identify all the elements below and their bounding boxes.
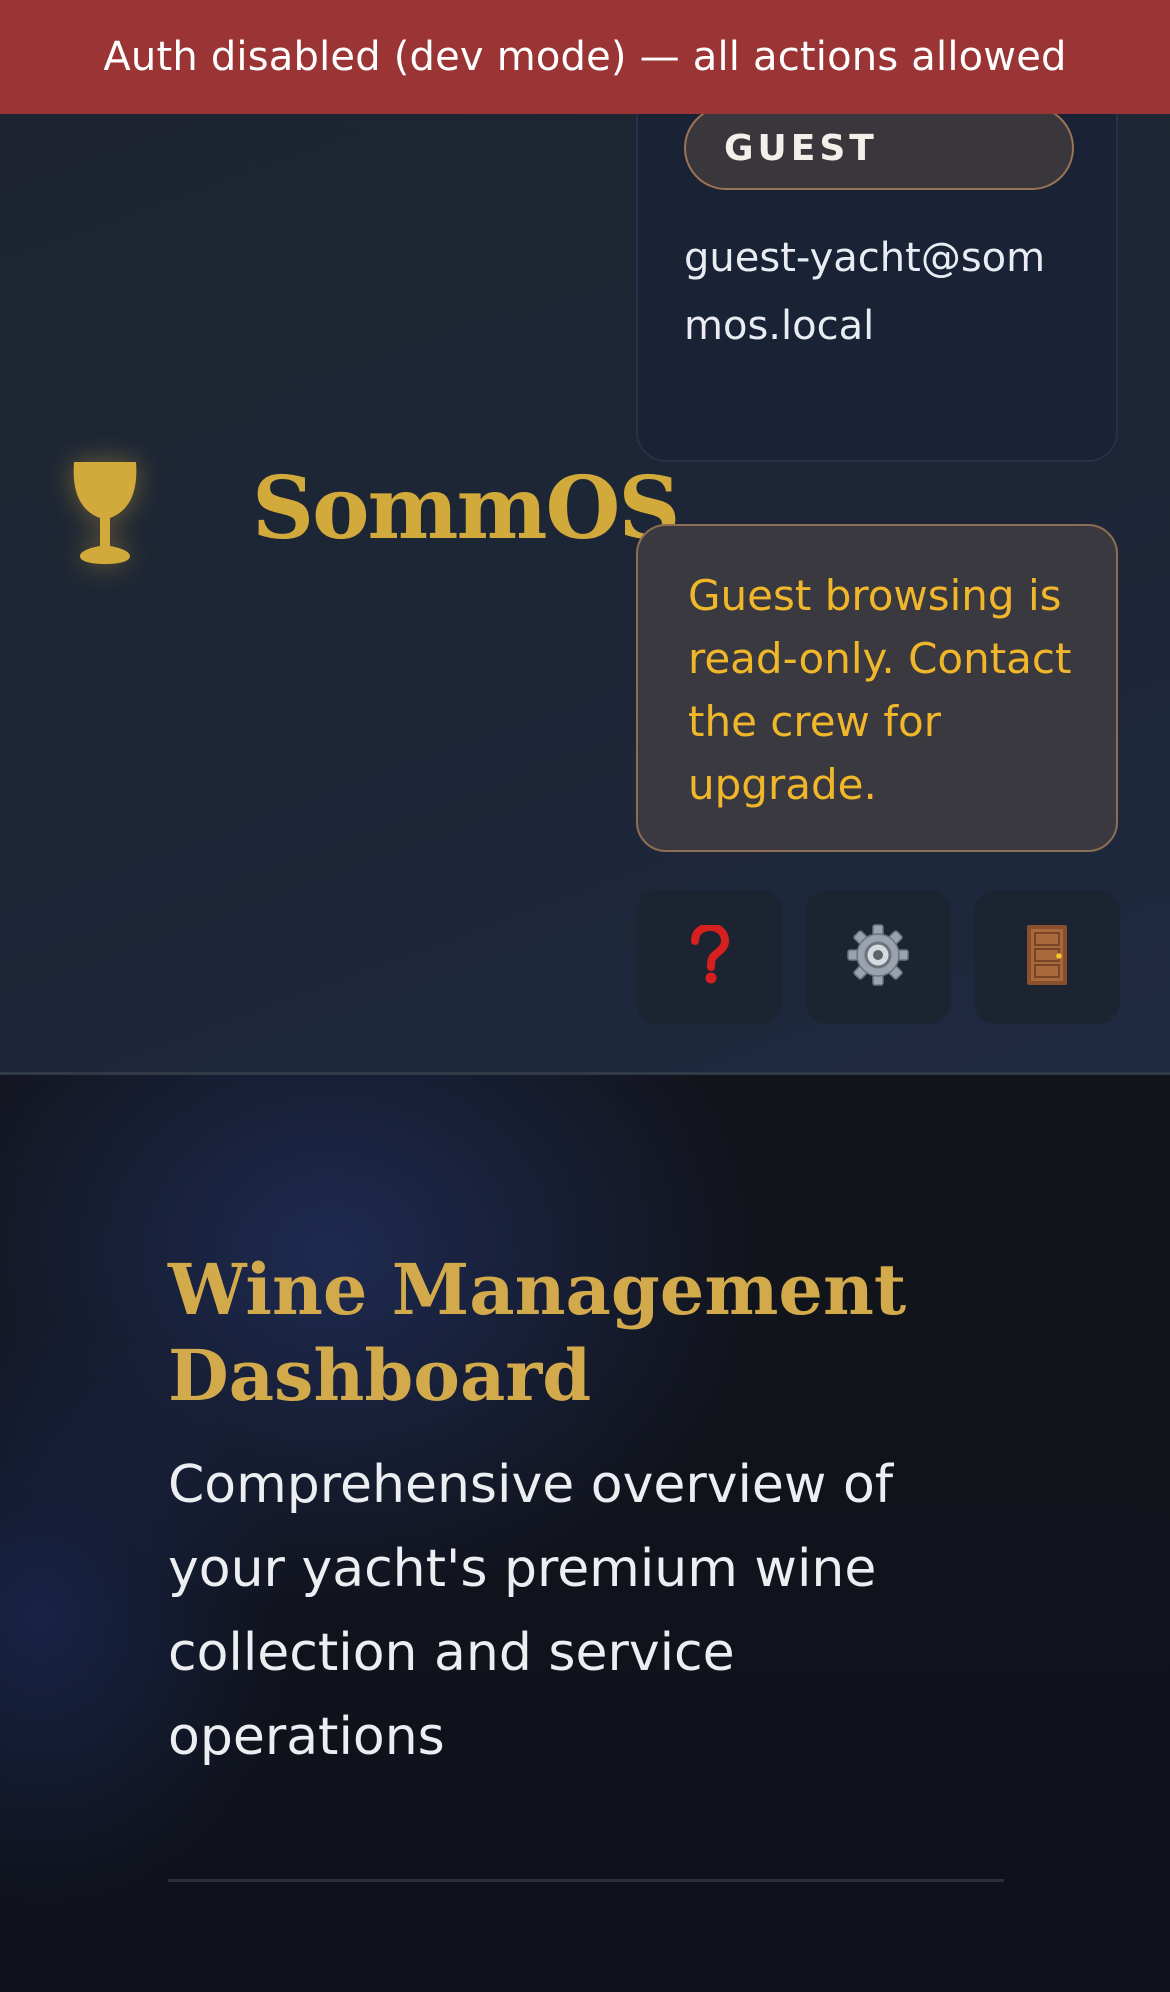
page-title: Wine Management Dashboard — [168, 1248, 907, 1417]
wine-glass-icon — [60, 458, 150, 568]
divider — [168, 1879, 1004, 1882]
gear-icon — [846, 923, 910, 991]
door-icon — [1025, 923, 1069, 991]
settings-button[interactable] — [805, 890, 951, 1024]
page-subtitle: Comprehensive overview of your yacht's p… — [168, 1455, 894, 1767]
question-mark-icon — [689, 922, 730, 989]
dev-mode-banner: Auth disabled (dev mode) — all actions a… — [0, 0, 1170, 114]
brand-title[interactable]: SommOS — [252, 458, 680, 559]
readonly-notice: Guest browsing is read-only. Contact the… — [636, 524, 1118, 852]
logout-button[interactable] — [974, 890, 1120, 1024]
user-role-badge: GUEST — [684, 106, 1074, 190]
user-email: guest-yacht@sommos.local — [684, 235, 1046, 349]
dashboard-hero: Wine Management Dashboard Comprehensive … — [0, 1075, 1170, 1992]
app-header: GUEST guest-yacht@sommos.local SommOS Gu… — [0, 0, 1170, 1075]
help-button[interactable] — [636, 890, 782, 1024]
